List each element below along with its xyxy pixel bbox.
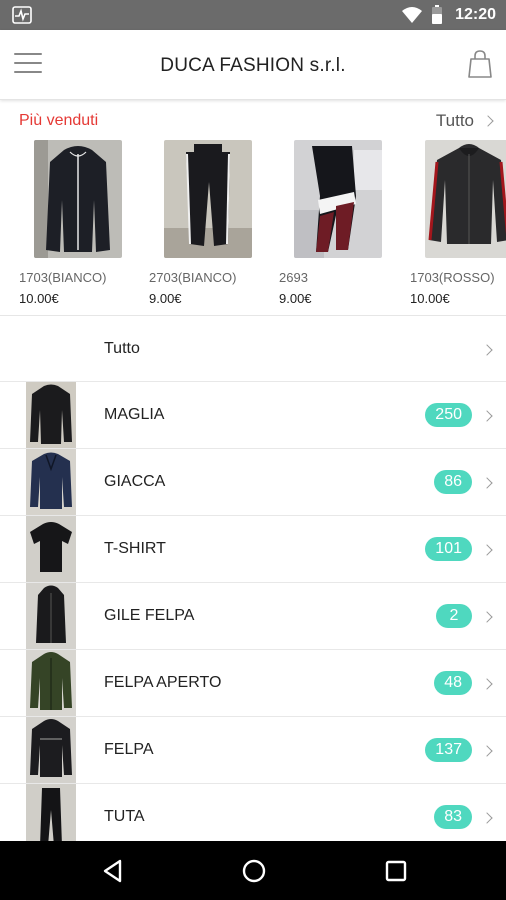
category-label: T-SHIRT <box>104 540 166 557</box>
category-label: Tutto <box>104 340 140 357</box>
product-card[interactable]: 1703(ROSSO) 10.00€ <box>410 140 506 306</box>
best-sellers-title: Più venduti <box>19 112 99 129</box>
shopping-bag-icon[interactable] <box>468 50 492 78</box>
product-card[interactable]: 2703(BIANCO) 9.00€ <box>149 140 252 306</box>
recents-icon[interactable] <box>382 857 410 885</box>
count-badge: 250 <box>425 403 472 427</box>
product-image <box>164 140 252 258</box>
back-icon[interactable] <box>99 857 127 885</box>
product-card[interactable]: 1703(BIANCO) 10.00€ <box>19 140 122 306</box>
category-row[interactable]: FELPA 137 <box>0 717 506 784</box>
category-row[interactable]: FELPA APERTO 48 <box>0 650 506 717</box>
activity-icon <box>12 6 32 24</box>
best-sellers-header: Più venduti Tutto <box>0 100 506 140</box>
chevron-right-icon <box>481 477 493 489</box>
category-row-all[interactable]: Tutto <box>0 316 506 382</box>
chevron-right-icon <box>481 410 493 422</box>
product-price: 10.00€ <box>19 291 59 306</box>
product-price: 9.00€ <box>149 291 182 306</box>
category-label: GIACCA <box>104 473 166 490</box>
product-price: 9.00€ <box>279 291 312 306</box>
product-image <box>34 140 122 258</box>
chevron-right-icon <box>481 745 493 757</box>
category-image <box>26 382 76 448</box>
best-sellers-view-all[interactable]: Tutto <box>435 111 494 131</box>
app-bar: DUCA FASHION s.r.l. <box>0 30 506 100</box>
status-bar: 12:20 <box>0 0 506 30</box>
count-badge: 86 <box>434 470 472 494</box>
category-image <box>26 449 76 515</box>
product-code: 2703(BIANCO) <box>149 270 237 285</box>
chevron-right-icon <box>482 115 494 127</box>
category-image <box>26 516 76 582</box>
product-price: 10.00€ <box>410 291 450 306</box>
status-icons: 12:20 <box>401 0 496 30</box>
product-code: 1703(ROSSO) <box>410 270 495 285</box>
count-badge: 48 <box>434 671 472 695</box>
category-image <box>26 583 76 649</box>
status-time: 12:20 <box>455 6 496 23</box>
best-sellers-carousel[interactable]: 1703(BIANCO) 10.00€ 2703(BIANCO) 9.00€ 2… <box>0 140 506 315</box>
category-label: FELPA APERTO <box>104 674 222 691</box>
chevron-right-icon <box>481 344 493 356</box>
product-card[interactable]: 2693 9.00€ <box>279 140 382 306</box>
home-icon[interactable] <box>240 857 268 885</box>
category-row[interactable]: GILE FELPA 2 <box>0 583 506 650</box>
count-badge: 2 <box>436 604 472 628</box>
wifi-icon <box>402 7 423 23</box>
chevron-right-icon <box>481 544 493 556</box>
category-label: GILE FELPA <box>104 607 195 624</box>
category-list: Tutto MAGLIA 250 GIACCA 86 T-SHIRT 101 G… <box>0 316 506 851</box>
chevron-right-icon <box>481 678 493 690</box>
category-image <box>26 650 76 716</box>
page-title: DUCA FASHION s.r.l. <box>160 55 346 76</box>
category-label: MAGLIA <box>104 406 165 423</box>
view-all-label: Tutto <box>435 111 474 130</box>
chevron-right-icon <box>481 611 493 623</box>
count-badge: 83 <box>434 805 472 829</box>
category-label: TUTA <box>104 808 145 825</box>
count-badge: 137 <box>425 738 472 762</box>
count-badge: 101 <box>425 537 472 561</box>
product-code: 2693 <box>279 270 308 285</box>
product-image <box>294 140 382 258</box>
system-nav-bar <box>0 841 506 900</box>
product-image <box>425 140 506 258</box>
battery-icon <box>432 5 443 24</box>
product-code: 1703(BIANCO) <box>19 270 107 285</box>
category-label: FELPA <box>104 741 154 758</box>
category-row[interactable]: MAGLIA 250 <box>0 382 506 449</box>
category-row[interactable]: GIACCA 86 <box>0 449 506 516</box>
category-image <box>26 717 76 783</box>
category-row[interactable]: T-SHIRT 101 <box>0 516 506 583</box>
chevron-right-icon <box>481 812 493 824</box>
